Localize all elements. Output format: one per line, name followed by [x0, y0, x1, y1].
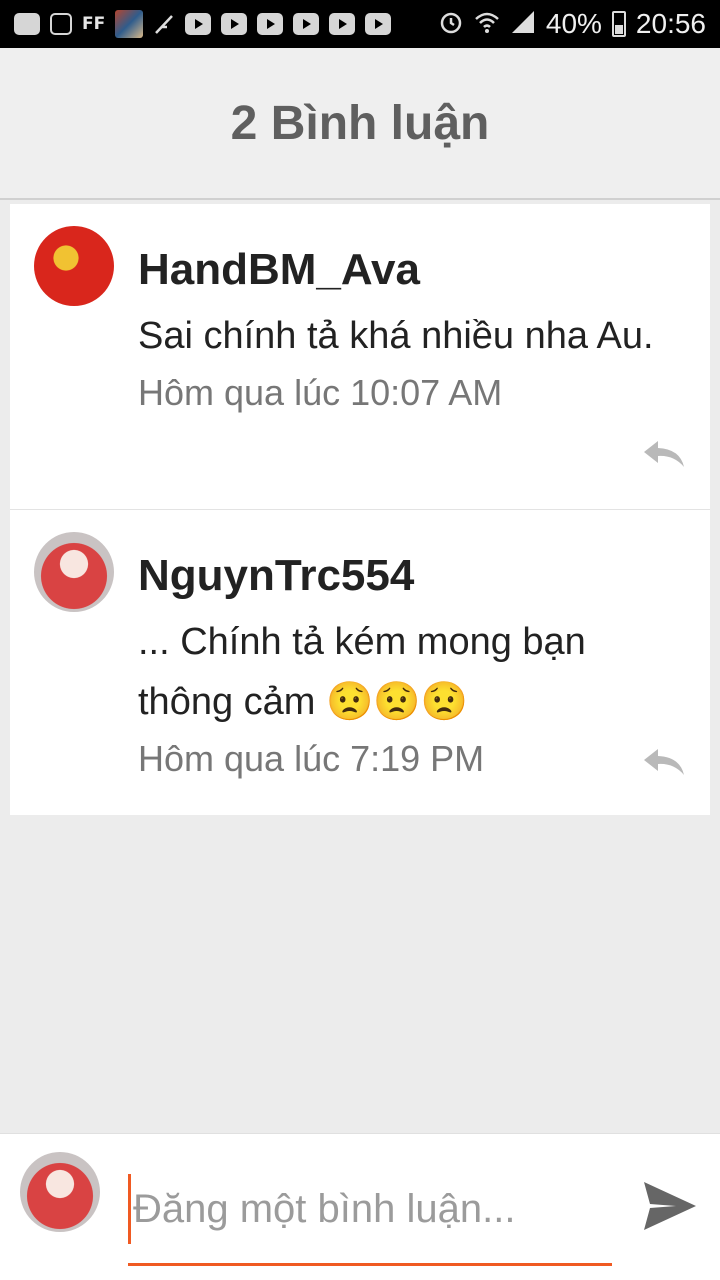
comment-author[interactable]: HandBM_Ava	[138, 242, 680, 298]
signal-icon	[510, 9, 536, 39]
alarm-icon	[438, 9, 464, 39]
messages-icon	[14, 13, 40, 35]
image-icon	[50, 13, 72, 35]
send-button[interactable]	[640, 1178, 700, 1234]
reply-icon[interactable]	[642, 747, 686, 777]
youtube-icon	[365, 13, 392, 35]
ff-icon: FF	[82, 14, 106, 34]
comment-text: Sai chính tả khá nhiều nha Au.	[138, 315, 654, 357]
comment-body: HandBM_Ava Sai chính tả khá nhiều nha Au…	[138, 242, 680, 420]
youtube-icon	[293, 13, 320, 35]
comment-input[interactable]	[128, 1174, 612, 1244]
avatar	[20, 1152, 100, 1232]
comment-text: ... Chính tả kém mong bạn thông cảm 😟😟😟	[138, 621, 586, 723]
comment-author[interactable]: NguynTrc554	[138, 548, 680, 604]
comment-list: HandBM_Ava Sai chính tả khá nhiều nha Au…	[10, 204, 710, 815]
status-bar: FF 40% 20:56	[0, 0, 720, 48]
header: 2 Bình luận	[0, 48, 720, 200]
status-bar-notifications: FF	[14, 10, 392, 38]
send-icon	[644, 1182, 696, 1230]
status-bar-system: 40% 20:56	[438, 8, 706, 40]
feather-icon	[153, 13, 175, 35]
wifi-icon	[474, 9, 500, 39]
reply-icon[interactable]	[642, 439, 686, 469]
youtube-icon	[329, 13, 356, 35]
youtube-icon	[185, 13, 212, 35]
youtube-icon	[257, 13, 284, 35]
battery-icon	[611, 11, 626, 37]
comment-input-wrapper	[128, 1174, 612, 1266]
comment-composer	[0, 1133, 720, 1280]
avatar[interactable]	[34, 532, 114, 612]
page-title: 2 Bình luận	[230, 96, 490, 150]
youtube-icon	[221, 13, 248, 35]
avatar[interactable]	[34, 226, 114, 306]
comment-timestamp: Hôm qua lúc 7:19 PM	[138, 738, 485, 779]
battery-percent: 40%	[545, 8, 602, 39]
game-app-icon	[115, 10, 144, 38]
comment-body: NguynTrc554 ... Chính tả kém mong bạn th…	[138, 548, 680, 786]
comment-item: HandBM_Ava Sai chính tả khá nhiều nha Au…	[10, 204, 710, 509]
comment-timestamp: Hôm qua lúc 10:07 AM	[138, 372, 503, 413]
clock: 20:56	[635, 8, 706, 39]
comment-item: NguynTrc554 ... Chính tả kém mong bạn th…	[10, 509, 710, 815]
